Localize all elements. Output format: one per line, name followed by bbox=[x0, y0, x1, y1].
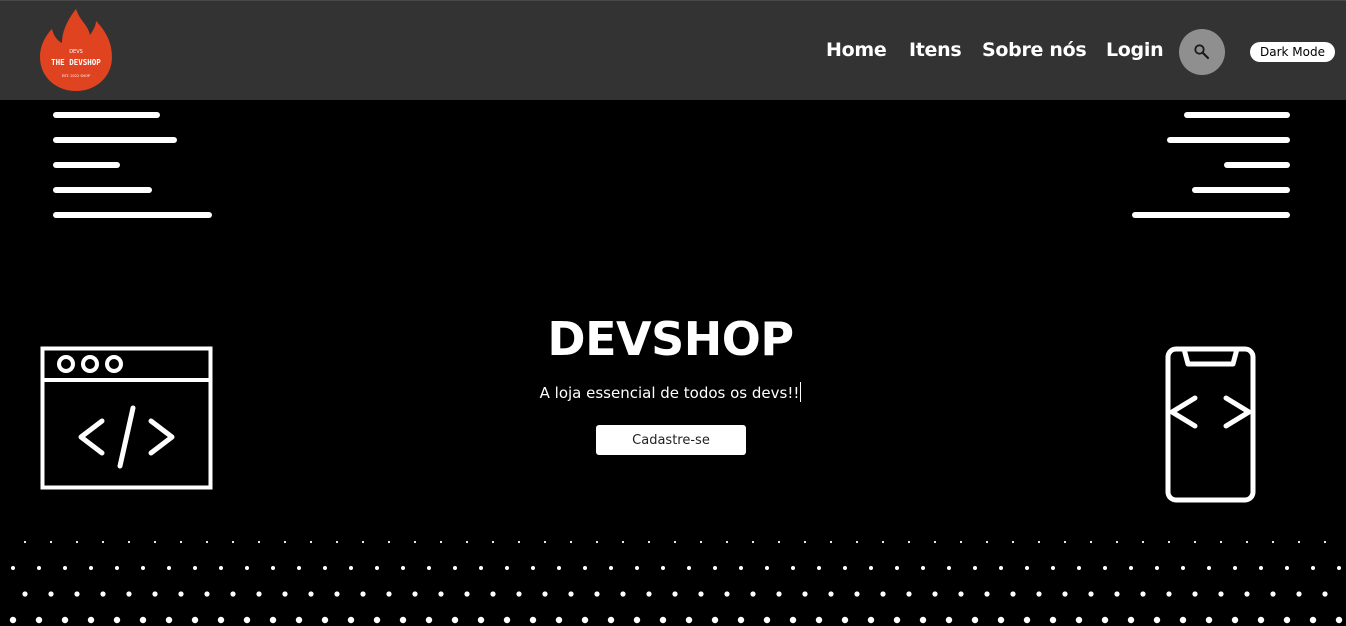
signup-button[interactable]: Cadastre-se bbox=[596, 425, 746, 455]
search-icon bbox=[1194, 44, 1210, 60]
mobile-code-icon bbox=[1165, 346, 1256, 503]
text-lines-left-icon bbox=[53, 112, 212, 218]
dark-mode-toggle[interactable]: Dark Mode bbox=[1250, 42, 1335, 62]
nav-itens[interactable]: Itens bbox=[909, 39, 962, 61]
header: DEVS THE DEVSHOP EST. 2022 SHOP Home Ite… bbox=[0, 0, 1346, 100]
nav-sobre-nos[interactable]: Sobre nós bbox=[982, 39, 1087, 61]
browser-code-icon bbox=[40, 346, 213, 490]
hero-title: DEVSHOP bbox=[547, 312, 794, 366]
text-lines-right-icon bbox=[1132, 112, 1290, 218]
text-caret bbox=[800, 382, 802, 402]
flame-logo-icon: DEVS THE DEVSHOP EST. 2022 SHOP bbox=[40, 9, 112, 91]
devshop-logo[interactable]: DEVS THE DEVSHOP EST. 2022 SHOP bbox=[36, 7, 116, 93]
nav-login[interactable]: Login bbox=[1106, 39, 1164, 61]
logo-small-top-text: DEVS bbox=[69, 49, 83, 55]
logo-small-bottom-text: EST. 2022 SHOP bbox=[62, 74, 90, 78]
search-button[interactable] bbox=[1179, 29, 1225, 75]
nav-home[interactable]: Home bbox=[826, 39, 887, 61]
hero-subtitle-text: A loja essencial de todos os devs!! bbox=[539, 384, 800, 402]
hero-subtitle: A loja essencial de todos os devs!! bbox=[0, 382, 1341, 402]
dot-pattern-decoration bbox=[9, 540, 1343, 624]
logo-brand-text: THE DEVSHOP bbox=[51, 58, 101, 67]
hero-section: DEVSHOP A loja essencial de todos os dev… bbox=[0, 100, 1346, 626]
